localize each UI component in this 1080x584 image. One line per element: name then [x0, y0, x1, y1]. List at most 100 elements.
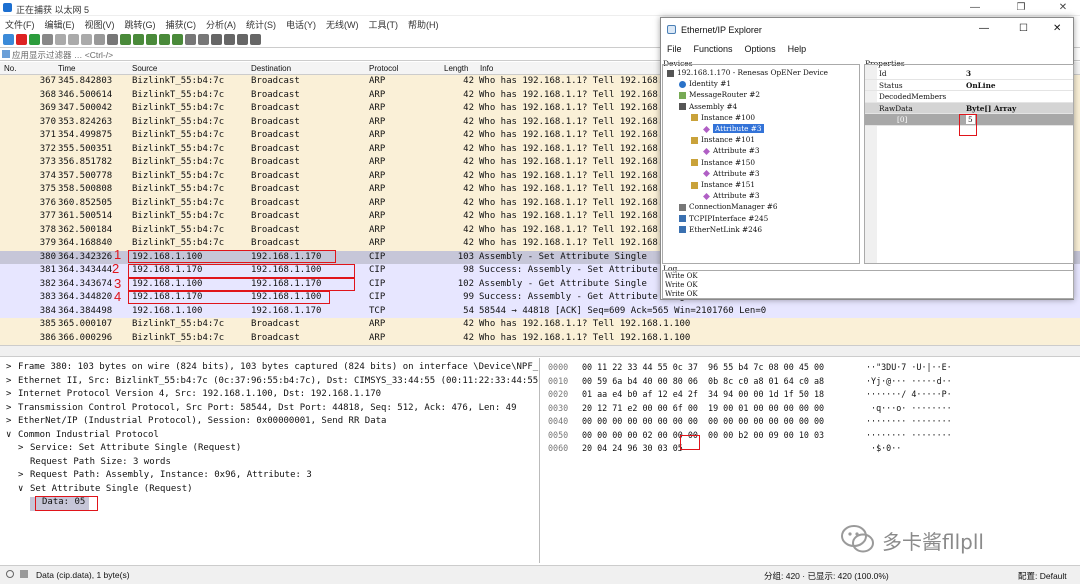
tree-node[interactable]: Identity #1 — [679, 79, 731, 90]
capture-comment-icon[interactable] — [20, 570, 28, 578]
open-file-icon[interactable] — [55, 33, 66, 45]
packet-row[interactable]: 384 364.384498 192.168.1.100 192.168.1.170 T… — [0, 304, 1080, 318]
maximize-button[interactable]: ❐ — [1006, 2, 1036, 13]
properties-grid[interactable]: Id 3 Status OnLine DecodedMembers RawData Byte… — [864, 64, 1074, 264]
autoscroll-icon[interactable] — [185, 33, 196, 45]
property-row[interactable]: Id 3 — [865, 68, 1073, 80]
property-row[interactable]: DecodedMembers — [865, 91, 1073, 103]
restart-capture-icon[interactable] — [29, 33, 40, 45]
annotation-box-hex-byte — [680, 435, 700, 450]
property-value[interactable]: Byte[] Array — [966, 104, 1016, 113]
property-row[interactable]: Status OnLine — [865, 80, 1073, 91]
expand-arrow-icon[interactable]: ∨ — [18, 484, 30, 494]
col-protocol[interactable]: Protocol — [369, 64, 398, 73]
property-value[interactable]: 3 — [966, 69, 971, 78]
packet-proto-cell: ARP — [369, 103, 386, 113]
zoom-in-icon[interactable] — [211, 33, 222, 45]
expand-arrow-icon[interactable]: > — [6, 403, 18, 413]
expand-arrow-icon[interactable]: > — [18, 443, 30, 453]
bookmark-icon[interactable] — [2, 50, 10, 58]
explorer-menu-file[interactable]: File — [661, 42, 688, 56]
tree-node[interactable]: Attribute #3 — [703, 124, 764, 135]
expert-info-icon[interactable] — [6, 570, 14, 578]
packet-time-cell: 347.500042 — [58, 103, 113, 113]
zoom-out-icon[interactable] — [224, 33, 235, 45]
go-back-icon[interactable] — [120, 33, 131, 45]
tree-node[interactable]: Instance #150 — [691, 158, 755, 169]
expand-arrow-icon[interactable]: ∨ — [6, 430, 18, 440]
detail-row[interactable]: > Request Path: Assembly, Instance: 0x96,… — [18, 470, 312, 484]
close-file-icon[interactable] — [81, 33, 92, 45]
zoom-normal-icon[interactable] — [237, 33, 248, 45]
packet-details-pane[interactable]: > Frame 380: 103 bytes on wire (824 bits)… — [0, 358, 540, 563]
close-button[interactable]: ✕ — [1048, 2, 1078, 13]
packet-len-cell: 98 — [463, 265, 474, 275]
packet-len-cell: 42 — [463, 89, 474, 100]
tree-node[interactable]: Assembly #4 — [679, 102, 737, 113]
col-source[interactable]: Source — [132, 64, 157, 73]
detail-row[interactable]: > Service: Set Attribute Single (Request) — [18, 443, 241, 457]
explorer-menu-help[interactable]: Help — [782, 42, 813, 56]
display-filter-input[interactable]: 应用显示过滤器 … <Ctrl-/> — [12, 49, 113, 61]
last-packet-icon[interactable] — [172, 33, 183, 45]
tree-node[interactable]: TCPIPInterface #245 — [679, 214, 768, 225]
expand-arrow-icon[interactable]: > — [6, 376, 18, 386]
expand-arrow-icon[interactable]: > — [6, 362, 18, 372]
explorer-minimize-button[interactable]: — — [979, 23, 989, 34]
packet-dst-cell: Broadcast — [251, 103, 300, 113]
detail-row[interactable]: > Transmission Control Protocol, Src Port… — [6, 403, 517, 417]
colorize-icon[interactable] — [198, 33, 209, 45]
expand-arrow-icon[interactable]: > — [6, 416, 18, 426]
status-profile[interactable]: 配置: Default — [1018, 570, 1067, 582]
find-packet-icon[interactable] — [107, 33, 118, 45]
resize-columns-icon[interactable] — [250, 33, 261, 45]
detail-text: Common Industrial Protocol — [18, 429, 159, 440]
first-packet-icon[interactable] — [159, 33, 170, 45]
go-to-packet-icon[interactable] — [146, 33, 157, 45]
detail-row[interactable]: Request Path Size: 3 words — [18, 457, 171, 471]
log-line: Write OK — [665, 289, 698, 298]
col-length[interactable]: Length — [444, 64, 468, 73]
minimize-button[interactable]: — — [960, 2, 990, 13]
col-time[interactable]: Time — [58, 64, 75, 73]
detail-row[interactable]: > EtherNet/IP (Industrial Protocol), Sess… — [6, 416, 386, 430]
tree-node[interactable]: 192.168.1.170 - Renesas OpENer Device — [667, 68, 828, 79]
property-value[interactable]: OnLine — [966, 81, 996, 90]
expand-arrow-icon[interactable]: > — [6, 389, 18, 399]
tree-node[interactable]: Attribute #3 — [703, 169, 760, 180]
detail-row[interactable]: ∨ Common Industrial Protocol — [6, 430, 159, 444]
start-capture-icon[interactable] — [3, 33, 14, 45]
tree-node[interactable]: Instance #100 — [691, 113, 755, 124]
tree-node[interactable]: Instance #151 — [691, 180, 755, 191]
tree-node[interactable]: EtherNetLink #246 — [679, 225, 762, 236]
go-forward-icon[interactable] — [133, 33, 144, 45]
property-row[interactable]: RawData Byte[] Array — [865, 102, 1073, 114]
packet-row[interactable]: 386 366.000296 BizlinkT_55:b4:7c Broadcast A… — [0, 331, 1080, 345]
detail-text: Internet Protocol Version 4, Src: 192.16… — [18, 389, 382, 399]
explorer-close-button[interactable]: ✕ — [1053, 23, 1061, 34]
stop-capture-icon[interactable] — [16, 33, 27, 45]
col-no[interactable]: No. — [4, 64, 16, 73]
save-file-icon[interactable] — [68, 33, 79, 45]
detail-row[interactable]: > Frame 380: 103 bytes on wire (824 bits)… — [6, 362, 539, 376]
detail-row[interactable]: ∨ Set Attribute Single (Request) — [18, 484, 193, 498]
tree-node[interactable]: Attribute #3 — [703, 146, 760, 157]
expand-arrow-icon[interactable]: > — [18, 470, 30, 480]
tree-node[interactable]: MessageRouter #2 — [679, 90, 760, 101]
capture-options-icon[interactable] — [42, 33, 53, 45]
tree-node[interactable]: ConnectionManager #6 — [679, 202, 778, 213]
packet-row[interactable]: 385 365.000107 BizlinkT_55:b4:7c Broadcast A… — [0, 318, 1080, 332]
horizontal-scrollbar[interactable] — [0, 345, 1080, 357]
detail-row[interactable]: > Internet Protocol Version 4, Src: 192.1… — [6, 389, 381, 403]
devices-tree[interactable]: 192.168.1.170 - Renesas OpENer Device Ide… — [662, 64, 860, 264]
detail-row[interactable]: > Ethernet II, Src: BizlinkT_55:b4:7c (0c… — [6, 376, 539, 390]
col-destination[interactable]: Destination — [251, 64, 291, 73]
explorer-menu-functions[interactable]: Functions — [688, 42, 739, 56]
col-info[interactable]: Info — [480, 64, 493, 73]
explorer-maximize-button[interactable]: ☐ — [1019, 23, 1028, 34]
reload-icon[interactable] — [94, 33, 105, 45]
tree-node[interactable]: Instance #101 — [691, 135, 755, 146]
tree-node[interactable]: Attribute #3 — [703, 191, 760, 202]
explorer-menu-options[interactable]: Options — [739, 42, 782, 56]
packet-proto-cell: ARP — [369, 224, 386, 235]
